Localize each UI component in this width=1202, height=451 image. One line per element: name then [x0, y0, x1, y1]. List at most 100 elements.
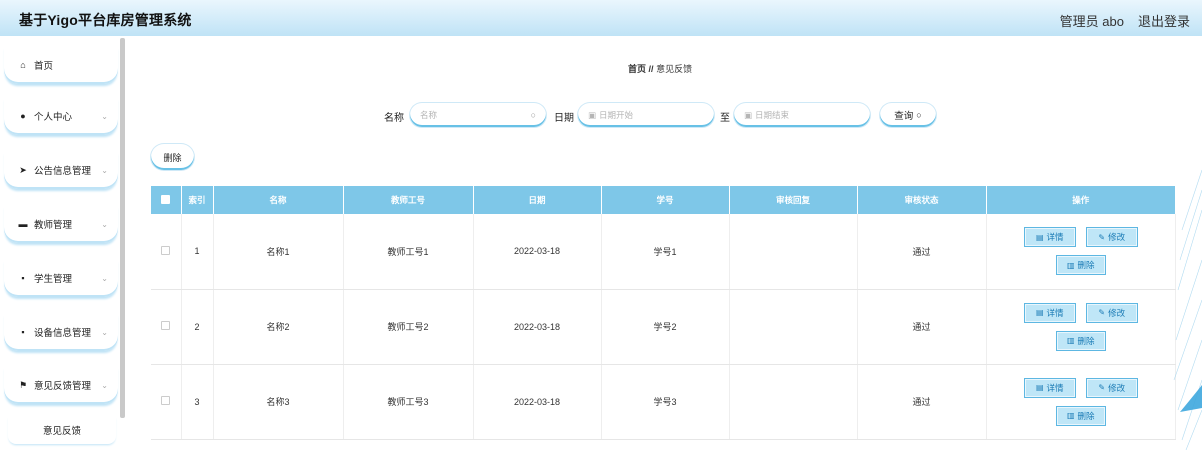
delete-button[interactable]: ▥ 删除: [1055, 330, 1106, 351]
col-status: 审核状态: [857, 186, 987, 214]
chevron-down-icon: ⌄: [101, 327, 108, 337]
row-select-cell: [151, 289, 182, 365]
col-reply: 审核回复: [729, 186, 858, 214]
edit-label: 修改: [1108, 232, 1126, 243]
home-icon: ⌂: [20, 60, 26, 70]
trash-icon: ▥: [1066, 336, 1075, 345]
row-select-cell: [151, 364, 182, 440]
query-button-label: 查询: [894, 111, 914, 122]
detail-button[interactable]: ▤ 详情: [1023, 377, 1076, 398]
sidebar-item-label: 个人中心: [34, 112, 73, 123]
cell-student-id: 学号3: [601, 364, 730, 440]
col-date: 日期: [473, 186, 602, 214]
cell-date: 2022-03-18: [473, 214, 602, 290]
current-user: 管理员 abo: [1059, 14, 1124, 29]
cell-name: 名称3: [213, 364, 344, 440]
cell-reply: [729, 289, 858, 365]
cell-teacher-id: 教师工号3: [343, 364, 474, 440]
edit-button[interactable]: ✎ 修改: [1085, 302, 1138, 323]
trash-icon: ▥: [1066, 260, 1075, 270]
col-actions: 操作: [986, 186, 1176, 214]
edit-label: 修改: [1108, 382, 1126, 393]
select-all-checkbox[interactable]: [161, 194, 171, 204]
row-checkbox[interactable]: [161, 321, 171, 330]
edit-icon: ✎: [1098, 232, 1106, 242]
table-row: 2 名称2 教师工号2 2022-03-18 学号2 通过 ▤ 详情 ✎ 修改 ▥ 删…: [151, 289, 1176, 365]
detail-label: 详情: [1046, 232, 1064, 243]
edit-icon: ✎: [1098, 308, 1106, 317]
breadcrumb: 首页 // 意见反馈: [628, 62, 692, 75]
row-checkbox[interactable]: [161, 245, 171, 255]
cell-actions: ▤ 详情 ✎ 修改 ▥ 删除: [986, 214, 1176, 290]
app-title: 基于Yigo平台库房管理系统: [19, 12, 192, 28]
select-all-cell: [151, 186, 182, 214]
name-placeholder: 名称: [420, 110, 438, 120]
edit-icon: ✎: [1098, 383, 1106, 392]
cell-teacher-id: 教师工号2: [343, 289, 474, 365]
cell-reply: [729, 214, 858, 290]
row-checkbox[interactable]: [161, 396, 171, 405]
cell-date: 2022-03-18: [473, 364, 602, 440]
search-bar: 名称 名称 ○ 日期 ▣ 日期开始 至 ▣ 日期结束 查询 ○: [384, 103, 944, 129]
breadcrumb-home[interactable]: 首页: [628, 64, 646, 74]
detail-label: 详情: [1046, 382, 1064, 393]
date-start-input[interactable]: ▣ 日期开始: [578, 103, 714, 127]
col-name: 名称: [213, 186, 344, 214]
table-row: 1 名称1 教师工号1 2022-03-18 学号1 通过 ▤ 详情 ✎ 修改 ▥ 删…: [151, 214, 1176, 290]
detail-label: 详情: [1046, 307, 1064, 318]
name-search-input[interactable]: 名称 ○: [410, 103, 546, 127]
cell-actions: ▤ 详情 ✎ 修改 ▥ 删除: [986, 289, 1176, 365]
detail-button[interactable]: ▤ 详情: [1023, 302, 1076, 323]
trash-icon: ▥: [1066, 411, 1075, 420]
date-end-input[interactable]: ▣ 日期结束: [734, 103, 870, 127]
user-icon: ●: [20, 111, 26, 121]
edit-button[interactable]: ✎ 修改: [1085, 227, 1138, 248]
sidebar-item-label: 教师管理: [34, 220, 73, 231]
delete-label: 删除: [1077, 410, 1095, 421]
query-button[interactable]: 查询 ○: [880, 103, 936, 127]
sidebar-subitem-feedback[interactable]: 意见反馈: [8, 416, 116, 444]
sidebar-item-students[interactable]: ▪ 学生管理 ⌄: [4, 259, 118, 297]
to-label: 至: [720, 113, 730, 124]
sidebar-item-label: 学生管理: [34, 274, 73, 285]
sidebar-item-profile[interactable]: ● 个人中心 ⌄: [4, 97, 118, 135]
sidebar-item-equipment[interactable]: ▪ 设备信息管理 ⌄: [4, 313, 118, 351]
cell-name: 名称1: [213, 214, 344, 290]
search-icon: ○: [916, 110, 922, 120]
delete-button[interactable]: ▥ 删除: [1055, 405, 1106, 426]
cell-teacher-id: 教师工号1: [343, 214, 474, 290]
cell-actions: ▤ 详情 ✎ 修改 ▥ 删除: [986, 364, 1176, 440]
sidebar-item-label: 首页: [34, 61, 54, 72]
breadcrumb-separator: //: [648, 64, 654, 74]
sidebar-item-home[interactable]: ⌂ 首页: [4, 46, 118, 84]
name-label: 名称: [384, 113, 404, 124]
sidebar-item-feedback-manage[interactable]: ⚑ 意见反馈管理 ⌄: [4, 366, 118, 404]
cell-reply: [729, 364, 858, 440]
date-end-placeholder: 日期结束: [755, 110, 790, 120]
edit-label: 修改: [1108, 307, 1126, 318]
batch-delete-button[interactable]: 删除: [151, 144, 194, 170]
sidebar-item-announcements[interactable]: ➤ 公告信息管理 ⌄: [4, 151, 118, 189]
detail-button[interactable]: ▤ 详情: [1023, 227, 1076, 248]
flag-icon: ⚑: [18, 379, 28, 390]
document-icon: ▤: [1035, 308, 1044, 317]
sidebar-scrollbar[interactable]: [120, 38, 125, 418]
document-icon: ▤: [1035, 383, 1044, 392]
chevron-down-icon: ⌄: [101, 273, 108, 283]
sidebar-item-label: 意见反馈管理: [34, 381, 92, 392]
delete-button[interactable]: ▥ 删除: [1055, 255, 1106, 276]
sidebar-item-teachers[interactable]: ▬ 教师管理 ⌄: [4, 205, 118, 243]
grid-icon: ▪: [21, 273, 25, 283]
logout-link[interactable]: 退出登录: [1138, 11, 1190, 30]
grid-icon: ▪: [21, 327, 25, 337]
calendar-icon: ▣: [588, 109, 597, 120]
delete-label: 删除: [1077, 260, 1095, 271]
sidebar-item-label: 设备信息管理: [34, 328, 92, 339]
cell-status: 通过: [857, 214, 987, 290]
date-label: 日期: [554, 113, 574, 124]
cell-index: 3: [181, 364, 214, 440]
decorative-lines: [1173, 169, 1202, 450]
cell-date: 2022-03-18: [473, 289, 602, 365]
chevron-down-icon: ⌄: [101, 219, 108, 229]
edit-button[interactable]: ✎ 修改: [1085, 377, 1138, 398]
